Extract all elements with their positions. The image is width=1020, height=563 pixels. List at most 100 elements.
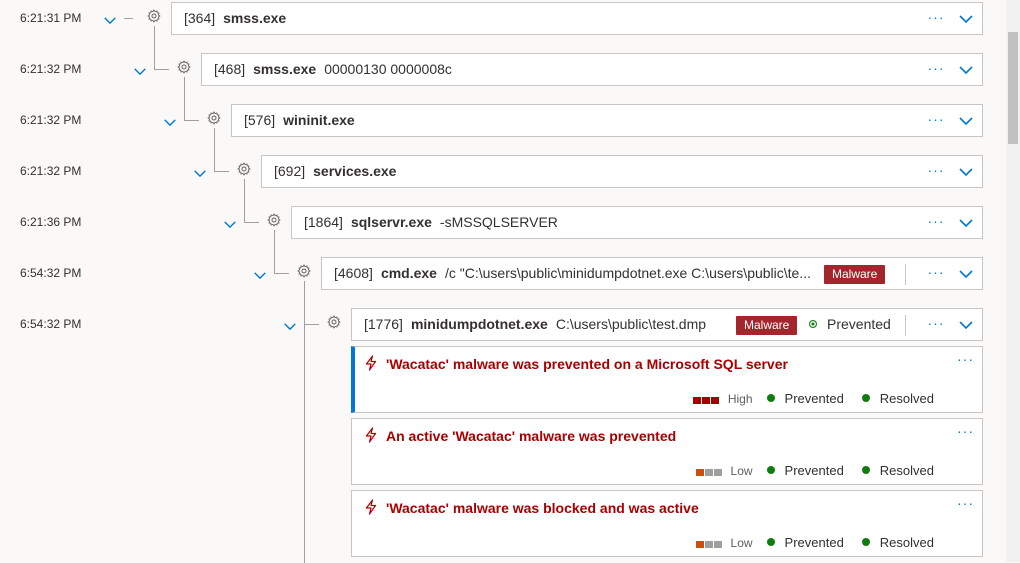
process-id: [468]: [214, 61, 246, 77]
more-options-button[interactable]: ···: [926, 207, 946, 238]
more-options-button[interactable]: ···: [926, 309, 946, 340]
alert-card[interactable]: 'Wacatac' malware was prevented on a Mic…: [351, 346, 983, 413]
scrollbar[interactable]: [1006, 0, 1020, 562]
chevron-down-icon[interactable]: [958, 63, 974, 77]
alert-classification-label: Resolved: [879, 463, 934, 478]
status-dot-icon: [861, 394, 870, 402]
process-id: [692]: [274, 163, 306, 179]
malware-badge: Malware: [736, 316, 798, 335]
process-id: [1776]: [364, 316, 403, 332]
status-dot-icon: [766, 538, 775, 546]
more-options-button[interactable]: ···: [957, 495, 974, 511]
process-name: smss.exe: [253, 61, 317, 77]
process-text: [468] smss.exe 00000130 0000008c: [214, 54, 452, 85]
tree-connector: [304, 325, 305, 563]
lightning-bolt-icon: [364, 499, 378, 515]
process-tree: 6:21:31 PM [364] smss.exe ··· 6:21:32 PM [468…: [0, 0, 1020, 563]
process-name: cmd.exe: [380, 265, 437, 281]
more-options-button[interactable]: ···: [926, 54, 946, 85]
gear-icon: [267, 213, 281, 227]
process-card[interactable]: [576] wininit.exe ···: [231, 104, 983, 137]
gear-icon: [297, 264, 311, 278]
tree-connector: [274, 273, 283, 274]
alert-classification: Resolved: [861, 391, 934, 406]
chevron-down-icon[interactable]: [283, 319, 297, 333]
process-card[interactable]: [692] services.exe ···: [261, 155, 983, 188]
chevron-down-icon[interactable]: [133, 64, 147, 78]
alert-card[interactable]: An active 'Wacatac' malware was prevente…: [351, 418, 983, 485]
chevron-down-icon[interactable]: [958, 216, 974, 230]
status-indicator: Prevented: [809, 309, 891, 340]
alert-meta: Low Prevented Resolved: [695, 463, 934, 480]
tree-connector: [244, 222, 253, 223]
more-options-button[interactable]: ···: [957, 423, 974, 439]
more-options-button[interactable]: ···: [926, 156, 946, 187]
process-card[interactable]: [364] smss.exe ···: [171, 2, 983, 35]
alert-title: 'Wacatac' malware was blocked and was ac…: [386, 500, 699, 516]
gear-icon: [207, 111, 221, 125]
alert-classification-label: Resolved: [879, 535, 934, 550]
scrollbar-thumb[interactable]: [1008, 32, 1018, 144]
more-options-button[interactable]: ···: [957, 351, 974, 367]
process-text: [364] smss.exe: [184, 3, 294, 34]
severity-bars-icon: [692, 392, 720, 408]
process-text: [1776] minidumpdotnet.exe C:\users\public\…: [364, 309, 732, 340]
alert-status: Prevented: [766, 463, 844, 478]
process-card[interactable]: [1776] minidumpdotnet.exe C:\users\public\…: [351, 308, 983, 341]
timestamp: 6:21:31 PM: [20, 11, 82, 25]
process-card[interactable]: [468] smss.exe 00000130 0000008c ···: [201, 53, 983, 86]
status-dot-icon: [861, 538, 870, 546]
alert-status-label: Prevented: [784, 535, 844, 550]
chevron-down-icon[interactable]: [253, 268, 267, 282]
process-text: [692] services.exe: [274, 156, 404, 187]
chevron-down-icon[interactable]: [958, 267, 974, 281]
divider: [905, 264, 906, 285]
process-id: [576]: [244, 112, 276, 128]
tree-connector: [214, 128, 215, 171]
alert-meta: High Prevented Resolved: [692, 391, 934, 408]
process-name: sqlservr.exe: [350, 214, 432, 230]
process-card[interactable]: [4608] cmd.exe/c "C:\users\public\minidum…: [321, 257, 983, 290]
more-options-button[interactable]: ···: [926, 3, 946, 34]
status-dot-icon: [861, 466, 870, 474]
chevron-down-icon[interactable]: [958, 318, 974, 332]
process-text: [576] wininit.exe: [244, 105, 363, 136]
malware-badge: Malware: [824, 265, 886, 284]
process-args: 00000130 0000008c: [324, 61, 452, 77]
process-card[interactable]: [1864] sqlservr.exe -sMSSQLSERVER ···: [291, 206, 983, 239]
process-id: [4608]: [334, 265, 373, 281]
tree-connector: [244, 179, 245, 222]
chevron-down-icon[interactable]: [223, 217, 237, 231]
chevron-down-icon[interactable]: [103, 13, 117, 27]
tree-connector: [124, 18, 133, 19]
gear-icon: [237, 162, 251, 176]
status-dot-icon: [809, 320, 817, 328]
timestamp: 6:21:36 PM: [20, 215, 82, 229]
timestamp: 6:21:32 PM: [20, 62, 82, 76]
gear-icon: [177, 60, 191, 74]
chevron-down-icon[interactable]: [193, 166, 207, 180]
alert-status: Prevented: [766, 535, 844, 550]
tree-connector: [274, 230, 275, 273]
chevron-down-icon[interactable]: [958, 165, 974, 179]
severity-label: Low: [730, 464, 753, 478]
more-options-button[interactable]: ···: [926, 258, 946, 289]
severity-label: High: [727, 392, 753, 406]
process-name: wininit.exe: [283, 112, 355, 128]
chevron-down-icon[interactable]: [958, 12, 974, 26]
timestamp: 6:54:32 PM: [20, 317, 82, 331]
tree-connector: [304, 324, 313, 325]
process-name: minidumpdotnet.exe: [410, 316, 548, 332]
alert-title: An active 'Wacatac' malware was prevente…: [386, 428, 677, 444]
timestamp: 6:21:32 PM: [20, 164, 82, 178]
alert-status-label: Prevented: [784, 463, 844, 478]
more-options-button[interactable]: ···: [926, 105, 946, 136]
timestamp: 6:54:32 PM: [20, 266, 82, 280]
status-dot-icon: [766, 466, 775, 474]
process-args: /c "C:\users\public\minidumpdotnet.exe C…: [444, 265, 812, 281]
chevron-down-icon[interactable]: [958, 114, 974, 128]
alert-card[interactable]: 'Wacatac' malware was blocked and was ac…: [351, 490, 983, 557]
severity-bars-icon: [695, 464, 723, 480]
chevron-down-icon[interactable]: [163, 115, 177, 129]
process-text: [4608] cmd.exe/c "C:\users\public\minidum…: [334, 258, 822, 289]
